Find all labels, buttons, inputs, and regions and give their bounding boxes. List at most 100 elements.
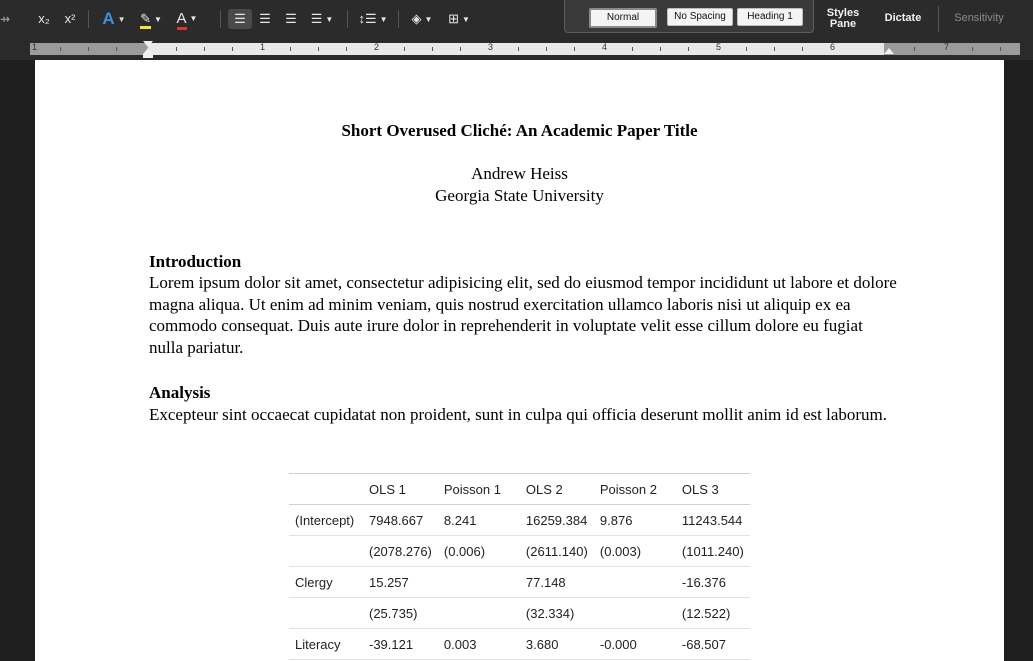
ruler-number: 5 <box>716 42 722 52</box>
ruler-tick <box>460 47 461 51</box>
table-cell: -68.507 <box>675 628 750 660</box>
table-cell: 0.003 <box>437 628 520 660</box>
style-normal[interactable]: Normal <box>589 8 657 28</box>
ruler-tick <box>688 47 689 51</box>
table-row: (25.735) (32.334) (12.522) <box>289 597 750 629</box>
regression-table: OLS 1 Poisson 1 OLS 2 Poisson 2 OLS 3 (I… <box>289 473 750 660</box>
styles-pane-button[interactable]: Styles Pane <box>825 8 861 30</box>
table-cell: (32.334) <box>519 597 594 629</box>
table-header-cell: OLS 1 <box>363 473 438 505</box>
ruler-track <box>30 43 1020 55</box>
right-indent-marker[interactable] <box>884 48 894 54</box>
table-cell <box>593 566 676 598</box>
align-right-icon[interactable]: ☰ <box>282 9 300 29</box>
ruler-tick <box>774 47 775 51</box>
document-page[interactable]: Short Overused Cliché: An Academic Paper… <box>35 60 1004 661</box>
table-row: Literacy -39.121 0.003 3.680 -0.000 -68.… <box>289 628 750 660</box>
author-affiliation: Georgia State University <box>435 186 604 205</box>
left-indent-marker[interactable] <box>143 54 153 58</box>
table-header-cell: OLS 3 <box>675 473 750 505</box>
toolbar-divider <box>220 10 221 28</box>
ruler-tick <box>660 47 661 51</box>
line-spacing-icon[interactable]: ↕☰ ▼ <box>356 9 390 29</box>
ruler-tick <box>802 47 803 51</box>
table-cell: Clergy <box>289 566 363 598</box>
table-cell: 11243.544 <box>675 504 750 536</box>
style-no-spacing[interactable]: No Spacing <box>667 8 733 26</box>
table-cell: Literacy <box>289 628 363 660</box>
toolbar-divider <box>398 10 399 28</box>
table-header-cell: OLS 2 <box>519 473 594 505</box>
table-cell: 7948.667 <box>363 504 438 536</box>
table-cell: (12.522) <box>675 597 750 629</box>
table-row: (Intercept) 7948.667 8.241 16259.384 9.8… <box>289 504 750 536</box>
horizontal-ruler[interactable]: 1 1 2 3 4 5 6 7 <box>0 38 1033 60</box>
ruler-tick <box>632 47 633 51</box>
ruler-tick <box>574 47 575 51</box>
first-line-indent-marker[interactable] <box>143 41 153 47</box>
align-center-icon[interactable]: ☰ <box>256 9 274 29</box>
ruler-tick <box>404 47 405 51</box>
ruler-tick <box>546 47 547 51</box>
table-cell: (2611.140) <box>519 535 594 567</box>
table-cell: 9.876 <box>593 504 676 536</box>
ruler-tick <box>432 47 433 51</box>
ruler-number: 1 <box>32 42 38 52</box>
style-heading-1[interactable]: Heading 1 <box>737 8 803 26</box>
table-header-row: OLS 1 Poisson 1 OLS 2 Poisson 2 OLS 3 <box>289 473 750 505</box>
table-cell: 8.241 <box>437 504 520 536</box>
borders-icon[interactable]: ⊞ ▼ <box>442 9 476 29</box>
section-paragraph-analysis: Excepteur sint occaecat cupidatat non pr… <box>149 405 888 424</box>
table-cell <box>289 535 363 567</box>
dictate-button[interactable]: Dictate <box>872 13 934 24</box>
ruler-tick <box>346 47 347 51</box>
table-header-cell <box>289 473 363 505</box>
justify-icon[interactable]: ☰ ▼ <box>306 9 338 29</box>
author-name: Andrew Heiss <box>471 164 568 183</box>
table-cell: (1011.240) <box>675 535 750 567</box>
toolbar-divider <box>88 10 89 28</box>
table-cell: (0.003) <box>593 535 676 567</box>
ruler-left-margin <box>30 43 148 55</box>
ruler-number: 4 <box>602 42 608 52</box>
table-cell: (Intercept) <box>289 504 363 536</box>
sensitivity-button[interactable]: Sensitivity <box>944 13 1014 24</box>
ruler-tick <box>914 47 915 51</box>
table-row: (2078.276) (0.006) (2611.140) (0.003) (1… <box>289 535 750 567</box>
table-cell <box>593 597 676 629</box>
shading-icon[interactable]: ◈ ▼ <box>406 9 438 29</box>
ruler-number: 2 <box>374 42 380 52</box>
superscript-icon[interactable]: x² <box>62 9 78 29</box>
table-cell <box>437 566 520 598</box>
ruler-tick <box>318 47 319 51</box>
text-effects-icon[interactable]: A ▼ <box>98 9 130 29</box>
ribbon-toolbar: ⇸ x₂ x² A ▼ ✎ ▼ A ▼ ☰ ☰ ☰ ☰ ▼ ↕☰ ▼ ◈ ▼ ⊞ ▼ Norm… <box>0 0 1033 38</box>
table-cell: 16259.384 <box>519 504 594 536</box>
ruler-tick <box>204 47 205 51</box>
ruler-tick <box>1000 47 1001 51</box>
ruler-tick <box>232 47 233 51</box>
section-heading-analysis: Analysis <box>149 383 211 402</box>
subscript-icon[interactable]: x₂ <box>36 9 52 29</box>
toolbar-divider <box>347 10 348 28</box>
table-cell: 77.148 <box>519 566 594 598</box>
table-header-cell: Poisson 1 <box>437 473 520 505</box>
ruler-number: 1 <box>260 42 266 52</box>
highlight-color-icon[interactable]: ✎ ▼ <box>136 9 166 29</box>
styles-gallery: Normal No Spacing Heading 1 <box>564 0 814 33</box>
toolbar-divider <box>938 6 939 32</box>
table-cell: 15.257 <box>363 566 438 598</box>
table-cell: -16.376 <box>675 566 750 598</box>
font-color-icon[interactable]: A ▼ <box>172 9 202 30</box>
ruler-number: 3 <box>488 42 494 52</box>
ruler-tick <box>518 47 519 51</box>
ruler-tick <box>60 47 61 51</box>
strikethrough-icon[interactable]: ⇸ <box>0 9 10 29</box>
table-cell <box>437 597 520 629</box>
ruler-tick <box>116 47 117 51</box>
ruler-tick <box>290 47 291 51</box>
table-cell: -0.000 <box>593 628 676 660</box>
table-header-cell: Poisson 2 <box>593 473 676 505</box>
align-left-icon[interactable]: ☰ <box>228 9 252 29</box>
ruler-number: 7 <box>944 42 950 52</box>
